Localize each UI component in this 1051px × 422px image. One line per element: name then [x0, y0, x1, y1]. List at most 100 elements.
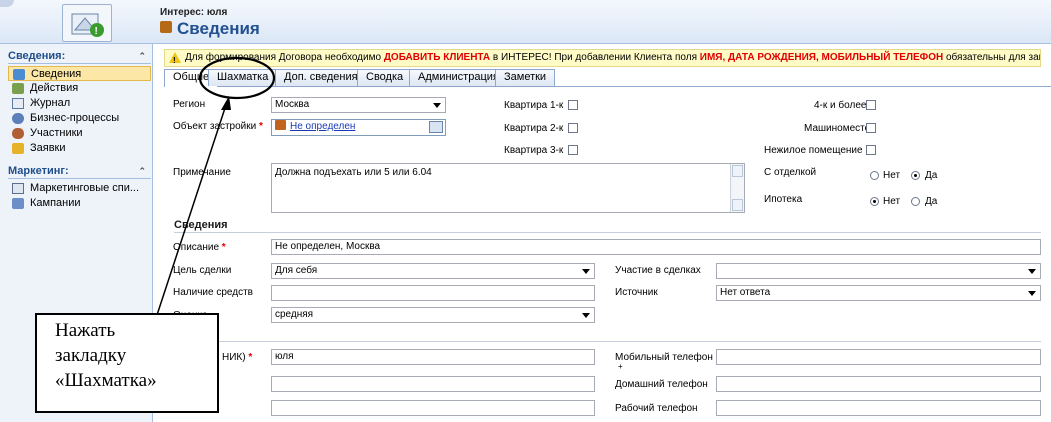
- info-icon: [13, 69, 25, 80]
- deals-select[interactable]: [716, 263, 1041, 279]
- marketing-list-icon: [12, 183, 24, 194]
- nav-group-marketing: Маркетинг: ⌃ Маркетинговые спи... Кампани…: [8, 164, 151, 211]
- tab-administration[interactable]: Администрация: [409, 69, 508, 86]
- mortgage-no-radio[interactable]: [870, 197, 879, 206]
- nav-item-requests[interactable]: Заявки: [8, 141, 151, 156]
- flat4-checkbox[interactable]: [866, 100, 876, 110]
- home-phone-input[interactable]: [716, 376, 1041, 392]
- region-label: Регион: [173, 99, 206, 110]
- region-select[interactable]: Москва: [271, 97, 446, 113]
- nav-item-participants[interactable]: Участники: [8, 126, 151, 141]
- note-value: Должна подъехать или 5 или 6.04: [275, 167, 432, 178]
- collapse-icon[interactable]: ⌃: [138, 164, 146, 179]
- collapse-icon[interactable]: ⌃: [138, 49, 146, 64]
- parking-checkbox[interactable]: [866, 123, 876, 133]
- nav-group-title: Маркетинг:: [8, 165, 69, 177]
- warning-text: обязательны для заполнения.: [945, 52, 1040, 63]
- work-phone-label: Рабочий телефон: [615, 403, 698, 414]
- entity-logo-icon: !: [62, 4, 112, 42]
- nav-group-header[interactable]: Маркетинг: ⌃: [8, 164, 151, 179]
- flat2-checkbox[interactable]: [568, 123, 578, 133]
- nonresidential-label: Нежилое помещение: [764, 145, 863, 156]
- flat2-label: Квартира 2-к: [504, 123, 564, 134]
- source-value: Нет ответа: [720, 287, 771, 298]
- rating-select[interactable]: средняя: [271, 307, 595, 323]
- chevron-down-icon: [433, 103, 441, 108]
- source-select[interactable]: Нет ответа: [716, 285, 1041, 301]
- object-lookup-link[interactable]: Не определен: [290, 121, 355, 132]
- scroll-down-icon[interactable]: [732, 199, 743, 211]
- tab-notes[interactable]: Заметки: [495, 69, 556, 86]
- participants-icon: [12, 128, 24, 139]
- required-marker: *: [248, 352, 253, 363]
- nav-item-marketing-lists[interactable]: Маркетинговые спи...: [8, 181, 151, 196]
- nav-item-campaigns[interactable]: Кампании: [8, 196, 151, 211]
- object-lookup[interactable]: Не определен: [271, 119, 446, 136]
- goal-select[interactable]: Для себя: [271, 263, 595, 279]
- finish-yes-radio[interactable]: [911, 171, 920, 180]
- nav-group-header[interactable]: Сведения: ⌃: [8, 49, 151, 64]
- callout-line: закладку: [55, 345, 127, 366]
- name-label-text: НИК): [222, 352, 246, 363]
- campaign-icon: [12, 198, 24, 209]
- object-label: Объект застройки *: [173, 121, 263, 132]
- lookup-icon[interactable]: [429, 121, 443, 133]
- note-textarea[interactable]: Должна подъехать или 5 или 6.04: [271, 163, 745, 213]
- office-orb-icon[interactable]: [0, 0, 14, 7]
- object-label-text: Объект застройки: [173, 121, 257, 132]
- name-label: НИК) *: [222, 352, 252, 363]
- finish-yes-label: Да: [925, 170, 938, 181]
- nav-group-title: Сведения:: [8, 50, 66, 62]
- form-body: Регион Москва Объект застройки * Не опре…: [164, 87, 1051, 422]
- nav-item-details[interactable]: Сведения: [8, 66, 151, 81]
- deals-label: Участие в сделках: [615, 265, 701, 276]
- mobile-input[interactable]: [716, 349, 1041, 365]
- scroll-up-icon[interactable]: [732, 165, 743, 177]
- flat3-checkbox[interactable]: [568, 145, 578, 155]
- workflow-icon: [12, 113, 24, 124]
- flat1-checkbox[interactable]: [568, 100, 578, 110]
- mortgage-no-label: Нет: [883, 196, 901, 207]
- nonresidential-checkbox[interactable]: [866, 145, 876, 155]
- nav-group-details: Сведения: ⌃ Сведения Действия Журнал Бизн…: [8, 49, 151, 156]
- chevron-down-icon: [1028, 269, 1036, 274]
- funds-input[interactable]: [271, 285, 595, 301]
- tab-chessboard[interactable]: Шахматка: [208, 69, 278, 86]
- tab-summary[interactable]: Сводка: [357, 69, 413, 86]
- patronymic-input[interactable]: [271, 400, 595, 416]
- nav-item-label: Участники: [30, 127, 83, 139]
- birthdate-input[interactable]: [271, 376, 595, 392]
- warning-icon: [169, 52, 181, 66]
- note-scrollbar[interactable]: [730, 164, 744, 212]
- required-marker: *: [221, 242, 226, 253]
- description-label-text: Описание: [173, 242, 220, 253]
- work-phone-input[interactable]: [716, 400, 1041, 416]
- callout-line: «Шахматка»: [55, 370, 157, 391]
- svg-text:!: !: [95, 26, 98, 37]
- nav-item-activities[interactable]: Действия: [8, 81, 151, 96]
- nav-item-history[interactable]: Журнал: [8, 96, 151, 111]
- page-title: Сведения: [160, 19, 260, 39]
- history-icon: [12, 98, 24, 109]
- source-label: Источник: [615, 287, 658, 298]
- description-input[interactable]: Не определен, Москва: [271, 239, 1041, 255]
- warning-highlight: ИМЯ, ДАТА РОЖДЕНИЯ, МОБИЛЬНЫЙ ТЕЛЕФОН: [699, 52, 944, 63]
- notification-bar: Для формирования Договора необходимо ДОБ…: [164, 49, 1041, 67]
- nav-item-workflows[interactable]: Бизнес-процессы: [8, 111, 151, 126]
- home-phone-label: Домашний телефон: [615, 379, 708, 390]
- description-value: Не определен, Москва: [275, 241, 381, 252]
- flat4-label: 4-к и более: [814, 100, 867, 111]
- goal-value: Для себя: [275, 265, 318, 276]
- finish-label: С отделкой: [764, 167, 817, 178]
- nav-item-label: Заявки: [30, 142, 66, 154]
- activities-icon: [12, 83, 24, 94]
- mortgage-yes-radio[interactable]: [911, 197, 920, 206]
- finish-no-radio[interactable]: [870, 171, 879, 180]
- tab-additional[interactable]: Доп. сведения: [275, 69, 367, 86]
- mobile-label: Мобильный телефон: [615, 352, 713, 363]
- note-label: Примечание: [173, 167, 231, 178]
- page-title-text: Сведения: [177, 19, 260, 38]
- name-input[interactable]: юля: [271, 349, 595, 365]
- entity-icon: [160, 21, 172, 33]
- annotation-callout: Нажать закладку «Шахматка»: [35, 313, 219, 413]
